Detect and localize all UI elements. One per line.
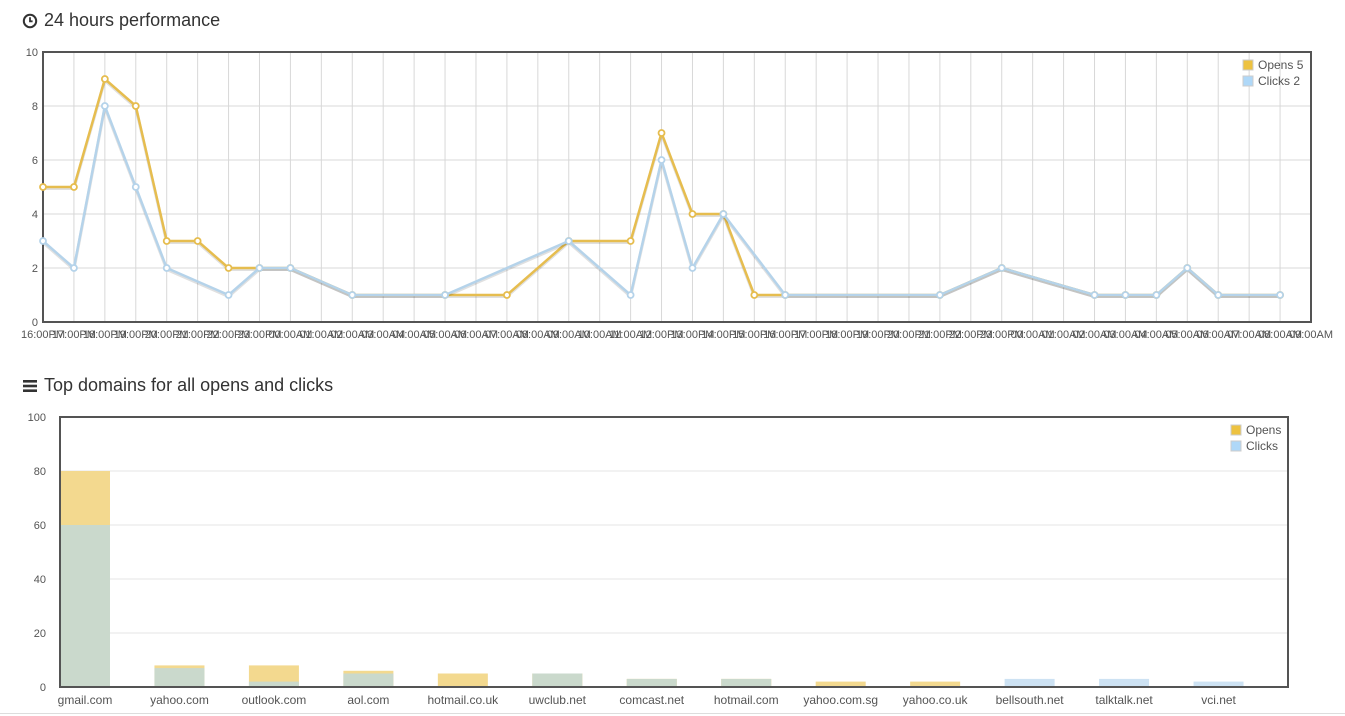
data-point-opens bbox=[131, 102, 140, 110]
bar-clicks bbox=[60, 525, 110, 687]
data-point-opens bbox=[193, 237, 202, 245]
data-point-clicks bbox=[997, 264, 1006, 272]
data-point-opens bbox=[70, 183, 78, 191]
bar-clicks bbox=[343, 673, 394, 687]
y-tick-label: 4 bbox=[32, 209, 38, 221]
x-tick-label: outlook.com bbox=[242, 693, 307, 707]
data-point-clicks bbox=[1276, 291, 1284, 299]
legend-swatch bbox=[1242, 75, 1254, 87]
x-tick-label: yahoo.com.sg bbox=[803, 693, 878, 707]
bar-clicks bbox=[626, 678, 677, 687]
data-point-clicks bbox=[657, 156, 666, 164]
x-tick-label: uwclub.net bbox=[529, 693, 587, 707]
y-tick-label: 8 bbox=[32, 101, 38, 113]
data-point-clicks bbox=[1121, 291, 1130, 299]
y-tick-label: 6 bbox=[32, 155, 38, 167]
legend-swatch bbox=[1230, 424, 1242, 436]
data-point-clicks bbox=[935, 291, 944, 299]
data-point-clicks bbox=[626, 291, 635, 299]
y-tick-label: 100 bbox=[28, 412, 46, 424]
data-point-clicks bbox=[781, 291, 790, 299]
plot-border bbox=[42, 51, 1312, 323]
data-point-clicks bbox=[1214, 291, 1223, 299]
data-point-clicks bbox=[70, 264, 78, 272]
data-point-opens bbox=[39, 183, 47, 191]
bottom-divider bbox=[0, 713, 1345, 714]
data-point-clicks bbox=[1183, 264, 1192, 272]
data-point-clicks bbox=[719, 210, 728, 218]
data-point-clicks bbox=[1090, 291, 1099, 299]
y-tick-label: 20 bbox=[34, 628, 46, 640]
x-tick-label: yahoo.co.uk bbox=[903, 693, 969, 707]
bar-opens bbox=[437, 673, 488, 687]
data-point-opens bbox=[224, 264, 233, 272]
domains-title-text: Top domains for all opens and clicks bbox=[44, 375, 334, 395]
data-point-clicks bbox=[441, 291, 449, 299]
bar-clicks bbox=[721, 678, 772, 687]
data-point-opens bbox=[162, 237, 171, 245]
data-point-clicks bbox=[1152, 291, 1161, 299]
x-tick-label: comcast.net bbox=[619, 693, 684, 707]
data-point-clicks bbox=[100, 102, 109, 110]
data-point-clicks bbox=[131, 183, 140, 191]
domains-section-title: Top domains for all opens and clicks bbox=[22, 375, 333, 396]
legend-label: Opens 5 bbox=[1258, 58, 1304, 72]
plot-border bbox=[59, 416, 1289, 688]
x-tick-label: hotmail.co.uk bbox=[427, 693, 499, 707]
x-tick-label: hotmail.com bbox=[714, 693, 779, 707]
hourly-performance-chart: 024681016:00PM17:00PM18:00PM19:00PM20:00… bbox=[21, 47, 1333, 341]
list-icon bbox=[22, 378, 38, 394]
x-tick-label: bellsouth.net bbox=[996, 693, 1065, 707]
legend-label: Opens bbox=[1246, 423, 1281, 437]
bar-clicks bbox=[1099, 678, 1150, 687]
data-point-opens bbox=[688, 210, 697, 218]
x-tick-label: yahoo.com bbox=[150, 693, 209, 707]
data-point-clicks bbox=[688, 264, 697, 272]
legend-swatch bbox=[1230, 440, 1242, 452]
x-tick-label: 09:00AM bbox=[1289, 329, 1333, 341]
data-point-opens bbox=[750, 291, 759, 299]
bar-clicks bbox=[1004, 678, 1055, 687]
y-tick-label: 40 bbox=[34, 574, 46, 586]
data-point-opens bbox=[657, 129, 666, 137]
data-point-clicks bbox=[224, 291, 233, 299]
data-point-clicks bbox=[348, 291, 357, 299]
y-tick-label: 2 bbox=[32, 263, 38, 275]
legend-label: Clicks bbox=[1246, 439, 1278, 453]
data-point-opens bbox=[626, 237, 635, 245]
x-tick-label: aol.com bbox=[347, 693, 389, 707]
legend-swatch bbox=[1242, 59, 1254, 71]
data-point-clicks bbox=[564, 237, 573, 245]
y-tick-label: 80 bbox=[34, 466, 46, 478]
data-point-clicks bbox=[255, 264, 264, 272]
data-point-opens bbox=[100, 75, 109, 83]
top-domains-chart: 0 20 40 60 80 100 gmail.com yahoo.com outlook.co… bbox=[28, 412, 1289, 707]
performance-section-title: 24 hours performance bbox=[22, 10, 220, 31]
y-tick-label: 0 bbox=[40, 682, 46, 694]
y-tick-label: 60 bbox=[34, 520, 46, 532]
y-tick-label: 10 bbox=[26, 47, 38, 59]
y-tick-label: 0 bbox=[32, 317, 38, 329]
clock-icon bbox=[22, 13, 38, 29]
x-tick-label: talktalk.net bbox=[1095, 693, 1153, 707]
legend-label: Clicks 2 bbox=[1258, 74, 1300, 88]
data-point-clicks bbox=[39, 237, 47, 245]
x-tick-label: gmail.com bbox=[58, 693, 113, 707]
bar-clicks bbox=[532, 673, 583, 687]
x-tick-label: vci.net bbox=[1201, 693, 1236, 707]
data-point-opens bbox=[503, 291, 511, 299]
performance-title-text: 24 hours performance bbox=[44, 10, 221, 30]
data-point-clicks bbox=[162, 264, 171, 272]
bar-clicks bbox=[154, 668, 205, 687]
data-point-clicks bbox=[286, 264, 295, 272]
